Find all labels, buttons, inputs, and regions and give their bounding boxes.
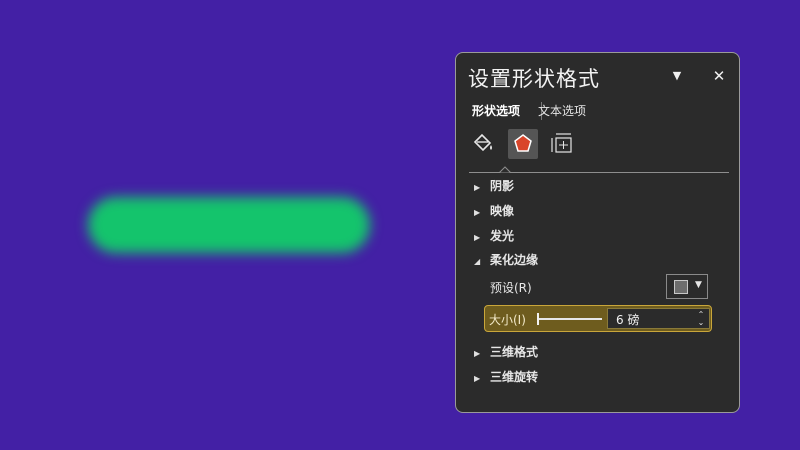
chevron-down-icon[interactable]: ▼ — [668, 67, 686, 85]
paint-bucket-icon[interactable] — [469, 129, 499, 159]
format-shape-pane: 设置形状格式 ▼ ✕ 形状选项 文本选项 ▶ 阴影 ▶ 映像 ▶ 发光 ◢ 柔化… — [455, 52, 740, 413]
section-shadow[interactable]: ▶ 阴影 — [474, 177, 514, 195]
section-3d-format[interactable]: ▶ 三维格式 — [474, 343, 538, 361]
caret-down-icon: ◢ — [474, 257, 481, 266]
preset-swatch-icon — [674, 280, 688, 294]
section-3d-rotation[interactable]: ▶ 三维旋转 — [474, 368, 538, 386]
caret-right-icon: ▶ — [474, 208, 481, 217]
caret-right-icon: ▶ — [474, 233, 481, 242]
preset-dropdown[interactable]: ▼ — [666, 274, 708, 299]
caret-right-icon: ▶ — [474, 374, 481, 383]
slider-thumb[interactable] — [537, 313, 539, 325]
tab-text-options[interactable]: 文本选项 — [538, 102, 586, 119]
size-slider[interactable] — [537, 313, 602, 325]
section-glow[interactable]: ▶ 发光 — [474, 227, 514, 245]
preset-label: 预设(R) — [490, 281, 532, 295]
size-label: 大小(I) — [489, 313, 526, 327]
close-icon[interactable]: ✕ — [710, 67, 728, 85]
size-row: 大小(I) 6 磅 ⌃ ⌄ — [484, 305, 712, 332]
size-properties-icon[interactable] — [548, 129, 578, 159]
caret-right-icon: ▶ — [474, 349, 481, 358]
section-reflection[interactable]: ▶ 映像 — [474, 202, 514, 220]
size-spinbox[interactable]: 6 磅 ⌃ ⌄ — [607, 308, 710, 329]
spin-down-icon[interactable]: ⌄ — [696, 319, 706, 327]
caret-right-icon: ▶ — [474, 183, 481, 192]
section-soft-edges[interactable]: ◢ 柔化边缘 — [474, 251, 538, 269]
soft-edge-shape[interactable] — [88, 197, 370, 253]
tab-shape-options[interactable]: 形状选项 — [472, 102, 520, 119]
pane-title: 设置形状格式 — [468, 67, 600, 91]
size-value: 6 磅 — [616, 313, 640, 327]
pentagon-icon[interactable] — [508, 129, 538, 159]
chevron-down-icon: ▼ — [695, 280, 702, 290]
